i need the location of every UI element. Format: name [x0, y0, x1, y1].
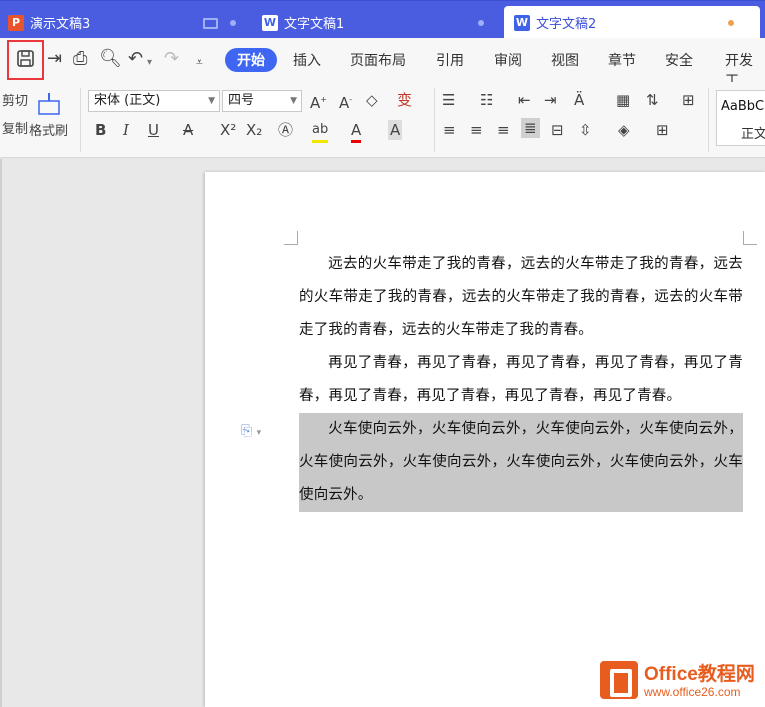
clear-format-icon[interactable]: ◇ [366, 90, 378, 110]
document-tab-bar: P 演示文稿3 W 文字文稿1 W 文字文稿2 [0, 0, 765, 39]
paragraph-text: 再见了青春，再见了青春，再见了青春，再见了青春，再见了青春，再见了青春，再见了青… [299, 355, 743, 404]
tab-label: 演示文稿3 [30, 17, 91, 32]
align-left-icon[interactable]: ≡ [443, 120, 456, 140]
print-preview-icon[interactable]: 🔍︎ [99, 48, 122, 70]
presentation-file-icon: P [8, 14, 24, 31]
italic-icon[interactable]: I [123, 120, 129, 140]
style-normal-preview[interactable]: AaBbC 正文 [716, 90, 765, 146]
sort-icon[interactable]: ⇅ [646, 90, 659, 110]
chevron-down-icon: ▼ [290, 96, 297, 106]
margin-corner-top-right [743, 231, 757, 245]
shrink-font-icon[interactable]: A- [339, 90, 352, 113]
bullet-list-icon[interactable]: ☰ [442, 90, 455, 110]
logo-url: www.office26.com [644, 685, 741, 699]
show-marks-icon[interactable]: ⊞ [682, 90, 695, 110]
toolbar-divider [80, 88, 81, 152]
align-right-icon[interactable]: ≡ [497, 120, 510, 140]
paragraph-3-selected[interactable]: 火车使向云外，火车使向云外，火车使向云外，火车使向云外，火车使向云外，火车使向云… [299, 413, 743, 512]
tab-presentation[interactable]: P 演示文稿3 [8, 6, 246, 39]
line-spacing-icon[interactable]: ⇳ [579, 120, 592, 140]
style-name: 正文 [741, 127, 765, 142]
tab-status-dot [230, 20, 236, 26]
numbered-list-icon[interactable]: ☷ [480, 90, 493, 110]
decrease-indent-icon[interactable]: ⇤ [518, 90, 531, 110]
format-painter-icon[interactable] [36, 92, 62, 121]
monitor-icon[interactable] [203, 18, 218, 29]
redo-icon[interactable]: ↷ [164, 48, 179, 70]
style-preview-text: AaBbC [721, 99, 765, 114]
tab-label: 文字文稿2 [536, 17, 597, 32]
borders-icon[interactable]: ⊞ [656, 120, 669, 140]
font-size-select[interactable]: 四号 ▼ [222, 90, 302, 112]
export-icon[interactable]: ⇥ [47, 48, 62, 70]
chinese-layout-icon[interactable]: ▦ [616, 90, 630, 110]
underline-icon[interactable]: U [148, 120, 159, 140]
margin-corner-top-left [284, 231, 298, 245]
superscript-icon[interactable]: X² [220, 120, 236, 140]
logo-title: Office教程网 [644, 664, 755, 685]
toolbar-divider [708, 88, 709, 152]
distributed-icon[interactable]: ⊟ [551, 120, 564, 140]
ribbon-menu-bar: ⇥ ⎙ 🔍︎ ↶ ▾ ↷ ⩡ 开始 插入 页面布局 引用 审阅 视图 章节 安全… [0, 38, 765, 89]
subscript-icon[interactable]: X₂ [246, 120, 262, 140]
paragraph-text: 火车使向云外，火车使向云外，火车使向云外，火车使向云外，火车使向云外，火车使向云… [299, 421, 743, 503]
ribbon-toolbar: 剪切 复制 格式刷 宋体 (正文) ▼ 四号 ▼ A+ A- ◇ 变 B I U… [0, 82, 765, 158]
strikethrough-icon[interactable]: A [183, 120, 193, 140]
cut-button[interactable]: 剪切 [2, 92, 28, 112]
phonetic-guide-icon[interactable]: 变 [397, 90, 412, 110]
grow-font-icon[interactable]: A+ [310, 90, 327, 113]
text-effect-icon[interactable]: Ⓐ [278, 120, 293, 140]
menu-home[interactable]: 开始 [225, 48, 277, 72]
font-size-value: 四号 [228, 93, 255, 108]
font-name-value: 宋体 (正文) [94, 93, 161, 108]
chevron-down-icon: ▼ [208, 96, 215, 106]
workspace-left-edge [0, 159, 2, 707]
menu-page-layout[interactable]: 页面布局 [350, 50, 406, 70]
office26-logo: Office教程网 www.office26.com [600, 657, 765, 707]
paragraph-1[interactable]: 远去的火车带走了我的青春，远去的火车带走了我的青春，远去的火车带走了我的青春，远… [299, 248, 743, 347]
customize-dropdown-icon[interactable]: ⩡ [196, 51, 203, 73]
save-highlight-box [7, 40, 44, 80]
print-icon[interactable]: ⎙ [73, 48, 87, 70]
menu-insert[interactable]: 插入 [293, 50, 321, 70]
office-logo-icon [600, 661, 638, 699]
tab-document-1[interactable]: W 文字文稿1 [262, 6, 500, 39]
menu-view[interactable]: 视图 [551, 50, 579, 70]
tab-unsaved-dot [728, 20, 734, 26]
writer-file-icon: W [262, 14, 278, 31]
undo-icon[interactable]: ↶ [128, 48, 143, 70]
increase-indent-icon[interactable]: ⇥ [544, 90, 557, 110]
tab-document-2[interactable]: W 文字文稿2 [504, 6, 760, 39]
text-direction-icon[interactable]: Ä [574, 90, 584, 110]
menu-security[interactable]: 安全 [665, 50, 693, 70]
menu-section[interactable]: 章节 [608, 50, 636, 70]
writer-file-icon: W [514, 14, 530, 31]
format-painter-button[interactable]: 格式刷 [29, 122, 68, 142]
bold-icon[interactable]: B [95, 120, 106, 140]
menu-review[interactable]: 审阅 [494, 50, 522, 70]
toolbar-divider [434, 88, 435, 152]
align-center-icon[interactable]: ≡ [470, 120, 483, 140]
copy-button[interactable]: 复制 [2, 120, 28, 140]
paragraph-options-icon[interactable]: ⎘ ▾ [241, 423, 261, 439]
font-color-icon[interactable]: A [351, 120, 362, 143]
tab-status-dot [478, 20, 484, 26]
menu-references[interactable]: 引用 [436, 50, 464, 70]
justify-icon[interactable]: ≣ [521, 118, 540, 138]
tab-label: 文字文稿1 [284, 17, 345, 32]
undo-dropdown-icon[interactable]: ▾ [147, 52, 152, 74]
shading-icon[interactable]: ◈ [618, 120, 630, 140]
char-shading-icon[interactable]: A [388, 120, 403, 140]
paragraph-text: 远去的火车带走了我的青春，远去的火车带走了我的青春，远去的火车带走了我的青春，远… [299, 256, 743, 338]
paragraph-2[interactable]: 再见了青春，再见了青春，再见了青春，再见了青春，再见了青春，再见了青春，再见了青… [299, 347, 743, 413]
font-name-select[interactable]: 宋体 (正文) ▼ [88, 90, 220, 112]
highlight-color-icon[interactable]: ab [312, 120, 329, 143]
